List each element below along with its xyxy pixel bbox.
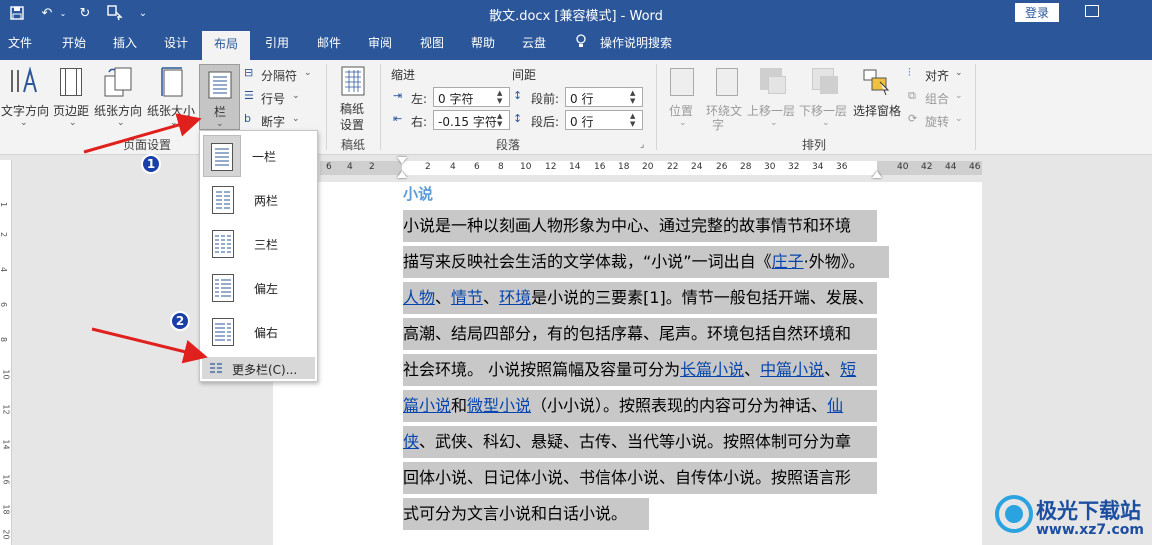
watermark-logo-icon [995,495,1033,533]
annotation-badge-2: 2 [170,311,190,331]
annotation-arrow-2 [91,327,208,364]
annotation-arrows [83,113,208,364]
watermark-name: 极光下载站 [1036,499,1141,523]
annotation-arrow-1 [83,113,202,154]
word-window: ↶ ⌄ ↻ ⌄ 散文.docx [兼容模式] - Word 登录 文件 开始 插… [0,0,1152,545]
watermark-url: www.xz7.com [1036,522,1144,538]
annotation-badge-1: 1 [141,154,161,174]
